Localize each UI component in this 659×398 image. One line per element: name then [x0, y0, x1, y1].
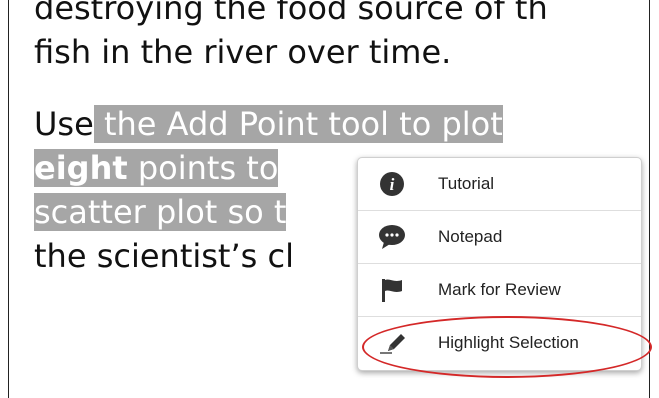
menu-item-label: Tutorial — [438, 174, 495, 193]
info-icon: i — [378, 171, 406, 197]
passage-line-6-text: the scientist’s cl — [34, 237, 294, 275]
highlighted-text: scatter plot so t — [34, 193, 287, 231]
passage-line-1: destroying the food source of th — [34, 0, 548, 27]
highlighted-text: eight points to — [34, 149, 279, 187]
menu-item-notepad[interactable]: Notepad — [358, 210, 641, 263]
passage-word-use: Use — [34, 105, 94, 143]
menu-item-mark-for-review[interactable]: Mark for Review — [358, 263, 641, 316]
highlighted-text-rest: points to — [127, 149, 279, 187]
menu-item-tutorial[interactable]: i Tutorial — [358, 158, 641, 210]
highlighted-text: the Add Point tool to plot — [93, 105, 503, 143]
speech-bubble-icon — [378, 224, 406, 250]
flag-icon — [378, 277, 406, 303]
passage-line-2: fish in the river over time. — [34, 33, 452, 71]
menu-item-label: Notepad — [438, 227, 503, 246]
annotation-circle — [362, 316, 652, 378]
svg-text:i: i — [390, 175, 395, 194]
menu-item-label: Mark for Review — [438, 280, 561, 299]
bold-word: eight — [34, 149, 128, 187]
passage-line-3: Use the Add Point tool to plot — [34, 102, 659, 146]
left-border — [8, 0, 9, 398]
